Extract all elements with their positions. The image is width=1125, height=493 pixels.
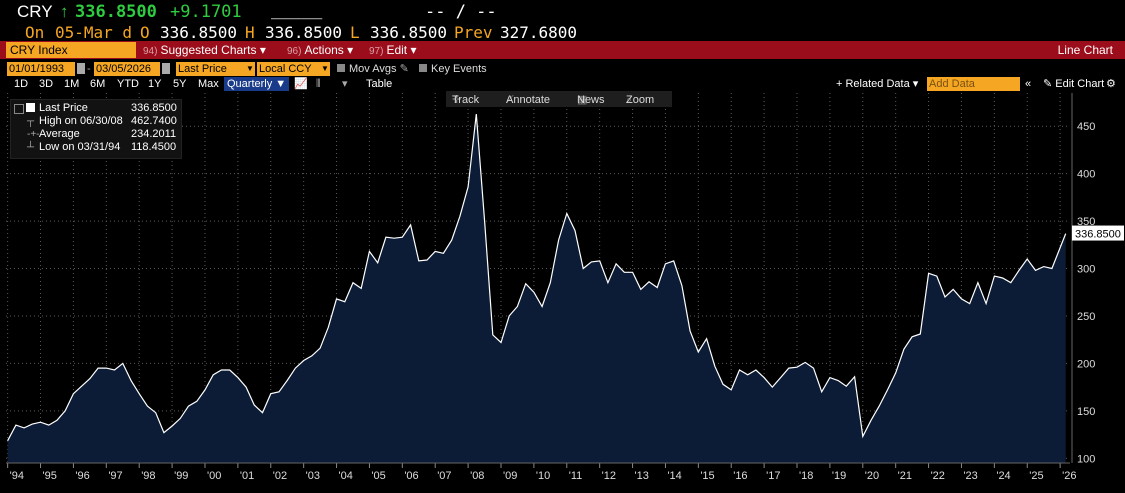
y-tick-label: 300 <box>1077 264 1095 276</box>
legend-average-value: 234.2011 <box>131 128 177 140</box>
chart-tools: ✛ Track ⟋ Annotate ▦ News ⌕ Zoom <box>446 91 672 107</box>
legend-high-value: 462.7400 <box>131 115 177 127</box>
last-value-label: 336.8500 <box>1075 229 1121 241</box>
legend-last-value: 336.8500 <box>131 102 177 114</box>
x-tick-label: '21 <box>898 470 912 482</box>
x-tick-label: '99 <box>174 470 188 482</box>
x-tick-label: '11 <box>569 470 583 482</box>
x-tick-label: '04 <box>339 470 353 482</box>
y-tick-label: 100 <box>1077 453 1095 465</box>
x-tick-label: '98 <box>141 470 155 482</box>
x-tick-label: '09 <box>503 470 517 482</box>
legend-average: -+- Average 234.2011 <box>11 128 181 141</box>
x-tick-label: '15 <box>700 470 714 482</box>
x-tick-label: '97 <box>108 470 122 482</box>
high-marker-icon: ┬ <box>27 116 35 127</box>
legend-high-label: High on 06/30/08 <box>39 115 123 127</box>
x-tick-label: '02 <box>273 470 287 482</box>
x-tick-label: '18 <box>799 470 813 482</box>
x-tick-label: '05 <box>371 470 385 482</box>
x-tick-label: '24 <box>996 470 1010 482</box>
y-tick-label: 200 <box>1077 358 1095 370</box>
y-tick-label: 450 <box>1077 121 1095 133</box>
last-value-marker: 336.8500 <box>1072 225 1124 241</box>
annotate-label: Annotate <box>506 94 551 106</box>
y-tick-label: 250 <box>1077 311 1095 323</box>
x-tick-label: '23 <box>963 470 977 482</box>
x-tick-label: '03 <box>306 470 320 482</box>
price-chart[interactable]: 100150200250300350400450 '94'95'96'97'98… <box>0 0 1125 493</box>
zoom-label: Zoom <box>626 94 655 106</box>
legend-low-label: Low on 03/31/94 <box>39 141 121 153</box>
x-tick-label: '16 <box>733 470 747 482</box>
legend-last: Last Price 336.8500 <box>11 102 181 115</box>
legend-average-label: Average <box>39 128 80 140</box>
x-tick-label: '19 <box>832 470 846 482</box>
legend-low-value: 118.4500 <box>131 141 177 153</box>
x-tick-label: '25 <box>1029 470 1043 482</box>
collapse-box-icon[interactable] <box>14 104 24 114</box>
x-tick-label: '95 <box>43 470 57 482</box>
average-marker-icon: -+- <box>27 129 40 140</box>
y-axis: 100150200250300350400450 <box>1071 93 1095 465</box>
x-tick-label: '13 <box>635 470 649 482</box>
x-tick-label: '14 <box>667 470 681 482</box>
y-tick-label: 400 <box>1077 169 1095 181</box>
legend: Last Price 336.8500 ┬ High on 06/30/08 4… <box>10 99 182 159</box>
x-tick-label: '94 <box>10 470 24 482</box>
track-label: Track <box>452 94 480 106</box>
legend-low: ┴ Low on 03/31/94 118.4500 <box>11 141 181 154</box>
low-marker-icon: ┴ <box>27 142 35 153</box>
x-tick-label: '17 <box>766 470 780 482</box>
x-tick-label: '26 <box>1062 470 1076 482</box>
x-tick-label: '22 <box>931 470 945 482</box>
x-axis: '94 '95 '96 '97 '98 '99 '00 '01 '02 '03 '04 '05 '06 '… <box>6 462 1076 482</box>
x-tick-label: '08 <box>470 470 484 482</box>
legend-high: ┬ High on 06/30/08 462.7400 <box>11 115 181 128</box>
x-tick-label: '10 <box>536 470 550 482</box>
legend-last-label: Last Price <box>39 102 88 114</box>
y-tick-label: 150 <box>1077 406 1095 418</box>
x-tick-label: '20 <box>865 470 879 482</box>
x-tick-label: '00 <box>207 470 221 482</box>
x-tick-label: '06 <box>404 470 418 482</box>
x-tick-label: '07 <box>437 470 451 482</box>
x-tick-label: '96 <box>75 470 89 482</box>
news-label: News <box>577 94 605 106</box>
x-tick-label: '01 <box>240 470 254 482</box>
x-tick-label: '12 <box>602 470 616 482</box>
series-swatch-icon <box>26 103 35 112</box>
